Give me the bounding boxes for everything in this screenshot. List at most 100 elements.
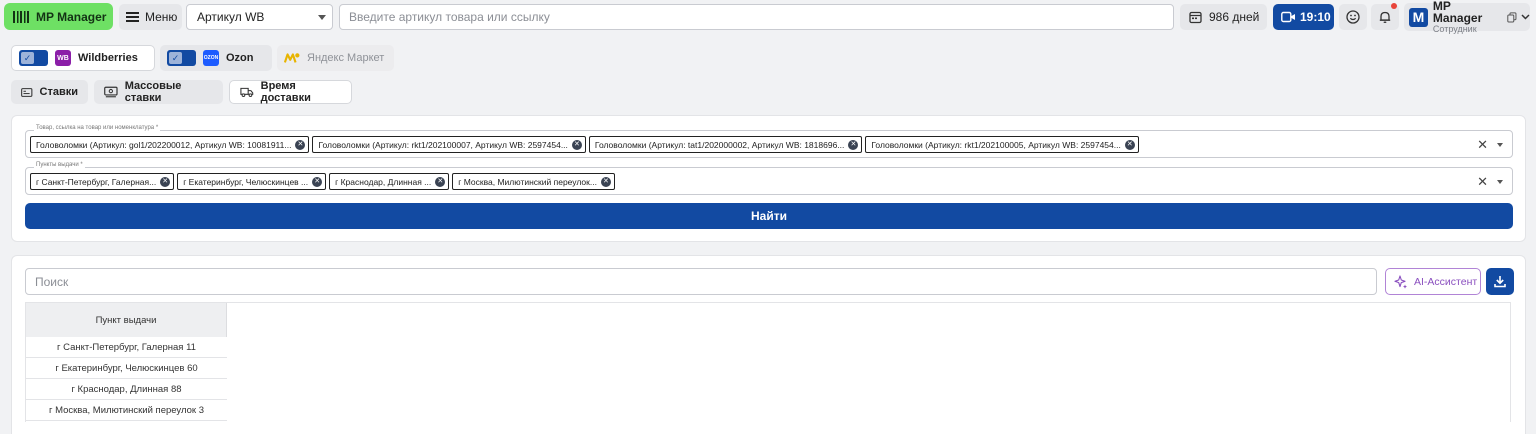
filter-card: Товар, ссылка на товар или номенклатура … [11, 115, 1526, 242]
remove-chip-icon[interactable]: ✕ [160, 176, 171, 187]
product-chip: Головоломки (Артикул: rkt1/202100007, Ар… [312, 136, 586, 153]
notifications-button[interactable] [1371, 3, 1399, 30]
table-row: г Санкт-Петербург, Галерная 11 [26, 337, 227, 358]
marketplace-ozon[interactable]: ✓ OZON Ozon [160, 45, 272, 71]
results-table: Пункт выдачи г Санкт-Петербург, Галерная… [25, 302, 1511, 422]
remove-chip-icon[interactable]: ✕ [600, 176, 611, 187]
user-role: Сотрудник [1432, 23, 1477, 34]
logo-label: MP Manager [36, 9, 107, 24]
truck-icon [240, 87, 254, 98]
marketplace-label: Ozon [226, 52, 254, 64]
top-bar: MP Manager Меню Артикул WB Введите артик… [0, 0, 1536, 34]
remove-chip-icon[interactable]: ✕ [435, 176, 446, 187]
tab-delivery-time[interactable]: Время доставки [229, 80, 352, 104]
bids-icon [21, 87, 33, 97]
copy-icon[interactable] [1507, 11, 1517, 23]
results-search-input[interactable]: Поиск [25, 268, 1377, 295]
subscription-days-button[interactable]: 986 дней [1180, 4, 1267, 30]
video-icon [1281, 11, 1295, 23]
feedback-button[interactable] [1339, 4, 1367, 30]
pickup-point-chip: г Екатеринбург, Челюскинцев ... ✕ [177, 173, 327, 190]
products-multiselect[interactable]: Товар, ссылка на товар или номенклатура … [25, 125, 1513, 158]
article-type-value: Артикул WB [197, 10, 265, 24]
wildberries-logo-icon: WB [55, 50, 71, 66]
tab-label: Массовые ставки [124, 80, 182, 104]
marketplace-label: Wildberries [78, 52, 138, 64]
marketplace-yandex-market[interactable]: Яндекс Маркет [277, 45, 394, 71]
remove-chip-icon[interactable]: ✕ [1124, 139, 1135, 150]
results-card: Поиск AI-Ассистент Пункт выдачи г Санкт-… [11, 255, 1526, 434]
video-time-button[interactable]: 19:10 [1273, 4, 1334, 30]
chevron-down-icon [318, 15, 326, 20]
barcode-icon [13, 10, 29, 23]
menu-button[interactable]: Меню [119, 4, 182, 30]
wildberries-toggle[interactable]: ✓ [19, 50, 48, 66]
pickup-points-field-label: Пункты выдачи * [34, 162, 85, 168]
marketplace-label: Яндекс Маркет [307, 52, 385, 64]
chip-label: г Екатеринбург, Челюскинцев ... [183, 176, 309, 187]
pickup-point-chip: г Краснодар, Длинная ... ✕ [329, 173, 450, 190]
tab-mass-bids[interactable]: Массовые ставки [94, 80, 223, 104]
remove-chip-icon[interactable]: ✕ [295, 139, 306, 150]
tools-tabs: Ставки Массовые ставки Время доставки [11, 80, 352, 104]
results-search-placeholder: Поиск [35, 274, 69, 289]
remove-chip-icon[interactable]: ✕ [848, 139, 859, 150]
product-chip: Головоломки (Артикул: rkt1/202100005, Ар… [865, 136, 1139, 153]
find-button[interactable]: Найти [25, 203, 1513, 229]
bell-icon [1379, 11, 1391, 23]
clear-icon[interactable]: ✕ [1477, 137, 1488, 153]
chip-label: Головоломки (Артикул: tat1/202000002, Ар… [594, 139, 845, 150]
chevron-down-icon[interactable] [1497, 180, 1503, 184]
products-chips: Головоломки (Артикул: gol1/202200012, Ар… [30, 136, 1139, 153]
products-field-label: Товар, ссылка на товар или номенклатура … [34, 125, 161, 131]
download-button[interactable] [1486, 268, 1514, 295]
chip-label: г Санкт-Петербург, Галерная... [36, 176, 157, 187]
download-icon [1494, 276, 1506, 288]
sparkle-icon [1394, 274, 1407, 289]
chevron-down-icon [1521, 14, 1530, 20]
yandex-market-logo-icon [284, 53, 300, 63]
pickup-point-chip: г Санкт-Петербург, Галерная... ✕ [30, 173, 175, 190]
article-search-placeholder: Введите артикул товара или ссылку [349, 10, 550, 24]
pickup-points-multiselect[interactable]: Пункты выдачи * г Санкт-Петербург, Галер… [25, 162, 1513, 195]
calendar-icon [1189, 11, 1202, 23]
chip-label: Головоломки (Артикул: rkt1/202100005, Ар… [871, 139, 1121, 150]
tab-label: Время доставки [260, 80, 311, 104]
clear-icon[interactable]: ✕ [1477, 174, 1488, 190]
ai-assistant-label: AI-Ассистент [1414, 275, 1478, 288]
logo-button[interactable]: MP Manager [4, 3, 113, 30]
hamburger-icon [126, 12, 139, 22]
chip-label: г Москва, Милютинский переулок... [458, 176, 597, 187]
tab-label: Ставки [39, 86, 78, 98]
chip-label: Головоломки (Артикул: gol1/202200012, Ар… [36, 139, 292, 150]
article-type-select[interactable]: Артикул WB [186, 4, 333, 30]
remove-chip-icon[interactable]: ✕ [312, 176, 323, 187]
ozon-logo-icon: OZON [203, 50, 219, 66]
ozon-toggle[interactable]: ✓ [167, 50, 196, 66]
chevron-down-icon[interactable] [1497, 143, 1503, 147]
article-search-input[interactable]: Введите артикул товара или ссылку [339, 4, 1174, 30]
ai-assistant-button[interactable]: AI-Ассистент [1385, 268, 1481, 295]
table-row: г Краснодар, Длинная 88 [26, 379, 227, 400]
user-name: MP Manager [1432, 0, 1483, 26]
tab-bids[interactable]: Ставки [11, 80, 88, 104]
marketplace-switcher: ✓ WB Wildberries ✓ OZON Ozon Яндекс Марк… [11, 45, 394, 71]
chip-label: г Краснодар, Длинная ... [335, 176, 432, 187]
remove-chip-icon[interactable]: ✕ [571, 139, 582, 150]
marketplace-wildberries[interactable]: ✓ WB Wildberries [11, 45, 155, 71]
product-chip: Головоломки (Артикул: gol1/202200012, Ар… [30, 136, 310, 153]
pickup-point-chip: г Москва, Милютинский переулок... ✕ [452, 173, 615, 190]
menu-label: Меню [145, 10, 178, 24]
subscription-days-label: 986 дней [1209, 10, 1260, 24]
pickup-points-chips: г Санкт-Петербург, Галерная... ✕ г Екатер… [30, 173, 615, 190]
chip-label: Головоломки (Артикул: rkt1/202100007, Ар… [318, 139, 568, 150]
table-row: г Екатеринбург, Челюскинцев 60 [26, 358, 227, 379]
user-menu-button[interactable]: M MP Manager Сотрудник [1404, 0, 1530, 34]
mass-bids-icon [104, 86, 118, 98]
check-icon: ✓ [21, 52, 34, 64]
column-header-pickup-point[interactable]: Пункт выдачи [26, 303, 227, 337]
avatar: M [1409, 7, 1428, 27]
smile-icon [1346, 10, 1360, 24]
product-chip: Головоломки (Артикул: tat1/202000002, Ар… [588, 136, 863, 153]
notification-dot [1391, 3, 1397, 9]
